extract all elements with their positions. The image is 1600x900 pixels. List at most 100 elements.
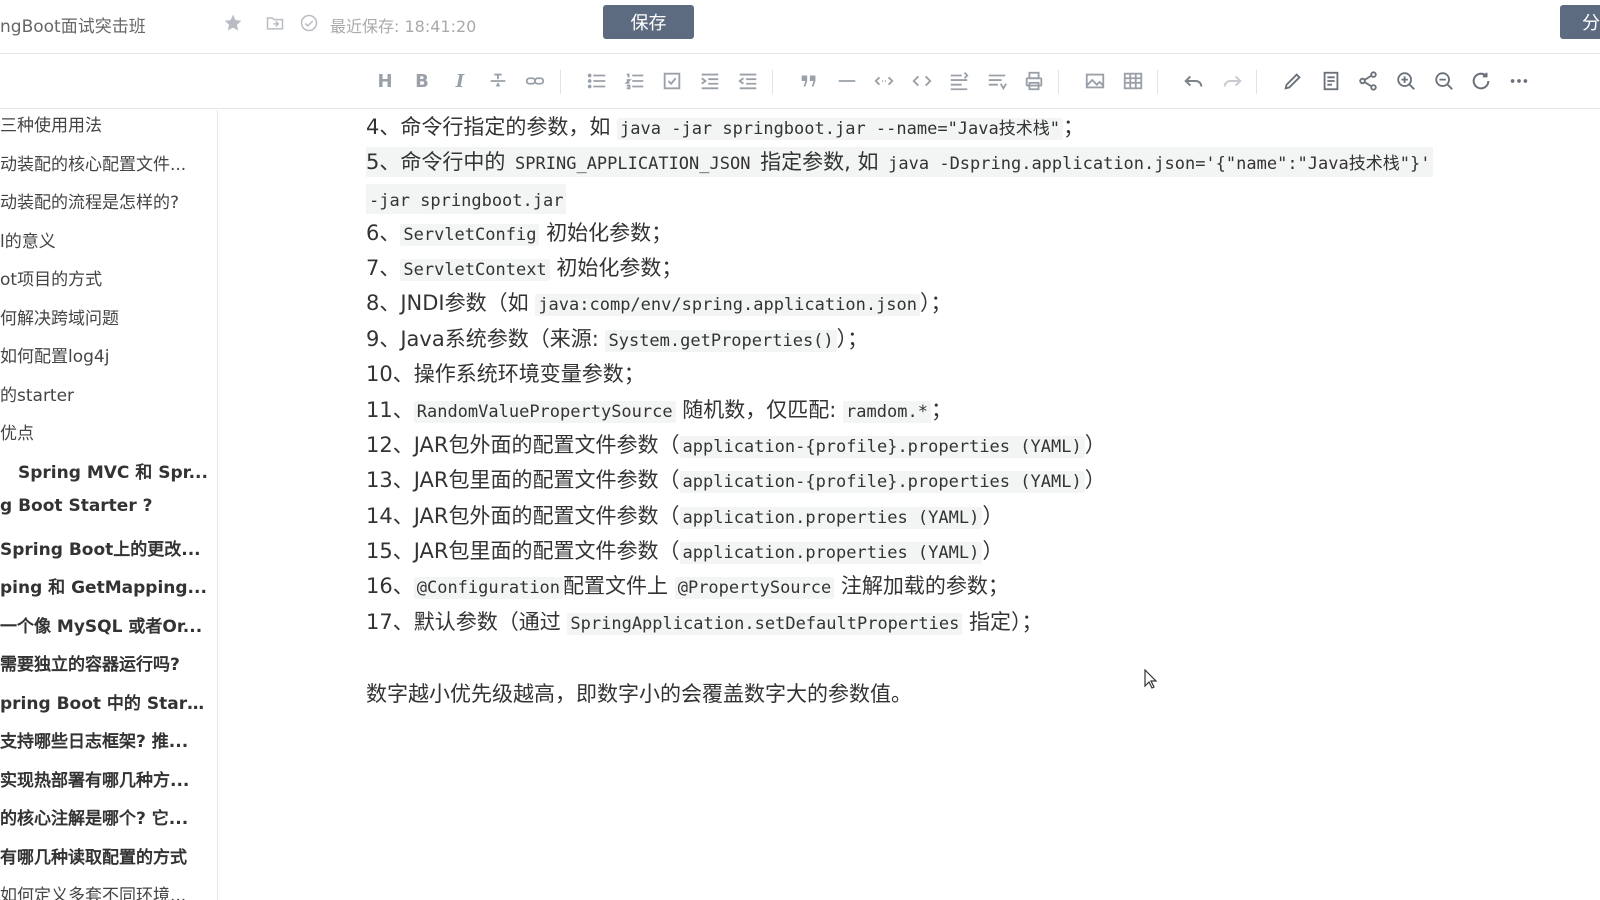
toolbar-divider: [1256, 70, 1257, 94]
text-run: 随机数，仅匹配:: [675, 398, 844, 422]
numbered-list-icon[interactable]: [621, 67, 649, 95]
inline-code: java -jar springboot.jar --name="Java技术栈…: [617, 118, 1063, 140]
text-run: ）: [1084, 433, 1106, 457]
table-icon[interactable]: [1119, 67, 1147, 95]
sidebar-item[interactable]: 有哪几种读取配置的方式: [0, 843, 210, 867]
sidebar-item[interactable]: 的starter: [0, 381, 210, 405]
content-line: 11、 RandomValuePropertySource 随机数，仅匹配: ra…: [366, 395, 952, 425]
content-line: 16、 @Configuration 配置文件上 @PropertySource 注…: [366, 571, 1009, 601]
sidebar-item[interactable]: 支持哪些日志框架? 推...: [0, 727, 210, 751]
text-run: 指定参数, 如: [753, 150, 886, 174]
text-run: 8、JNDI参数（如: [366, 291, 536, 315]
sidebar-item[interactable]: pring Boot 中的 Start...: [0, 689, 210, 713]
quote-icon[interactable]: [795, 67, 823, 95]
sidebar-item[interactable]: 如何定义多套不同环境...: [0, 881, 210, 900]
move-to-folder-icon[interactable]: [264, 12, 286, 34]
outline-sidebar: 三种使用用法 动装配的核心配置文件... 动装配的流程是怎样的? l的意义 ot项目的方…: [0, 110, 218, 900]
inline-code: System.getProperties(): [605, 330, 837, 352]
print-icon[interactable]: [1020, 67, 1048, 95]
content-line: 15、JAR包里面的配置文件参数（ application.properties …: [366, 536, 1003, 566]
sidebar-item[interactable]: 如何配置log4j: [0, 342, 210, 366]
sidebar-item[interactable]: 动装配的核心配置文件...: [0, 150, 210, 174]
editor-toolbar: H B I: [0, 55, 1600, 109]
sidebar-item[interactable]: ot项目的方式: [0, 265, 210, 289]
text-run: ）: [1084, 468, 1106, 492]
link-icon[interactable]: [521, 67, 549, 95]
checkbox-icon[interactable]: [658, 67, 686, 95]
toolbar-divider: [1058, 70, 1059, 94]
content-line: 7、 ServletContext 初始化参数；: [366, 253, 682, 283]
inline-code-icon[interactable]: [870, 67, 898, 95]
inline-code: java:comp/env/spring.application.json: [535, 294, 921, 316]
sidebar-item[interactable]: 实现热部署有哪几种方...: [0, 766, 210, 790]
content-line: 13、JAR包里面的配置文件参数（ application-{profile}.p…: [366, 465, 1106, 495]
text-run: 4、命令行指定的参数，如: [366, 115, 618, 139]
share-icon[interactable]: [1354, 67, 1382, 95]
text-run: 7、: [366, 256, 401, 280]
sidebar-item[interactable]: Spring Boot上的更改...: [0, 535, 210, 559]
sidebar-item[interactable]: Spring MVC 和 Spr...: [18, 458, 217, 482]
heading-icon[interactable]: H: [371, 67, 399, 95]
code-block-icon[interactable]: [908, 67, 936, 95]
save-button[interactable]: 保存: [603, 5, 694, 39]
toolbar-divider: [772, 70, 773, 94]
inline-code: ServletContext: [400, 259, 550, 281]
text-run: 配置文件上: [563, 574, 675, 598]
sidebar-item[interactable]: l的意义: [0, 227, 210, 251]
inline-code: SpringApplication.setDefaultProperties: [567, 613, 963, 635]
inline-code: application-{profile}.properties (YAML): [679, 471, 1085, 493]
strikethrough-icon[interactable]: [484, 67, 512, 95]
undo-icon[interactable]: [1180, 67, 1208, 95]
mouse-cursor-icon: [1144, 669, 1158, 689]
sidebar-item[interactable]: 的核心注解是哪个? 它...: [0, 804, 210, 828]
star-icon[interactable]: [222, 12, 244, 34]
sidebar-item[interactable]: g Boot Starter ?: [0, 496, 210, 520]
italic-icon[interactable]: I: [446, 67, 474, 95]
text-run: 9、Java系统参数（来源:: [366, 327, 606, 351]
sidebar-item[interactable]: 动装配的流程是怎样的?: [0, 188, 210, 212]
toc-icon[interactable]: [945, 67, 973, 95]
sidebar-item[interactable]: ping 和 GetMapping...: [0, 573, 210, 597]
edit-icon[interactable]: [1279, 67, 1307, 95]
redo-icon[interactable]: [1218, 67, 1246, 95]
image-icon[interactable]: [1081, 67, 1109, 95]
content-line: 6、 ServletConfig 初始化参数；: [366, 218, 672, 248]
inline-code: -jar springboot.jar: [366, 190, 567, 212]
inline-code: application.properties (YAML): [679, 507, 983, 529]
text-run: 5、命令行中的: [366, 150, 513, 174]
zoom-out-icon[interactable]: [1430, 67, 1458, 95]
sidebar-item[interactable]: 需要独立的容器运行吗?: [0, 650, 210, 674]
sidebar-item[interactable]: 优点: [0, 419, 210, 443]
text-run: 11、: [366, 398, 414, 422]
bold-icon[interactable]: B: [408, 67, 436, 95]
sidebar-item[interactable]: 何解决跨域问题: [0, 304, 210, 328]
text-run: 16、: [366, 574, 414, 598]
saved-check-icon: [298, 12, 320, 34]
inline-code: ServletConfig: [400, 224, 540, 246]
text-run: 初始化参数；: [549, 256, 683, 280]
format-icon[interactable]: [983, 67, 1011, 95]
indent-icon[interactable]: [696, 67, 724, 95]
preview-icon[interactable]: [1317, 67, 1345, 95]
outdent-icon[interactable]: [734, 67, 762, 95]
inline-code: ramdom.*: [843, 401, 931, 423]
text-run: 10、操作系统环境变量参数；: [366, 362, 645, 386]
horizontal-rule-icon[interactable]: [833, 67, 861, 95]
text-run: ）；: [920, 291, 952, 315]
sidebar-item[interactable]: 一个像 MySQL 或者Or...: [0, 612, 210, 636]
bullet-list-icon[interactable]: [583, 67, 611, 95]
text-run: 12、JAR包外面的配置文件参数（: [366, 433, 680, 457]
last-saved-status: 最近保存: 18:41:20: [330, 17, 477, 36]
content-line: 12、JAR包外面的配置文件参数（ application-{profile}.p…: [366, 430, 1106, 460]
text-run: 注解加载的参数；: [834, 574, 1009, 598]
text-run: 15、JAR包里面的配置文件参数（: [366, 539, 680, 563]
toolbar-divider: [1157, 70, 1158, 94]
sidebar-item[interactable]: 三种使用用法: [0, 111, 210, 135]
share-button[interactable]: 分: [1560, 5, 1600, 39]
refresh-icon[interactable]: [1467, 67, 1495, 95]
text-run: 初始化参数；: [539, 221, 673, 245]
more-icon[interactable]: [1505, 67, 1533, 95]
document-title[interactable]: ngBoot面试突击班: [0, 12, 146, 37]
content-line: -jar springboot.jar: [366, 184, 567, 214]
zoom-in-icon[interactable]: [1392, 67, 1420, 95]
